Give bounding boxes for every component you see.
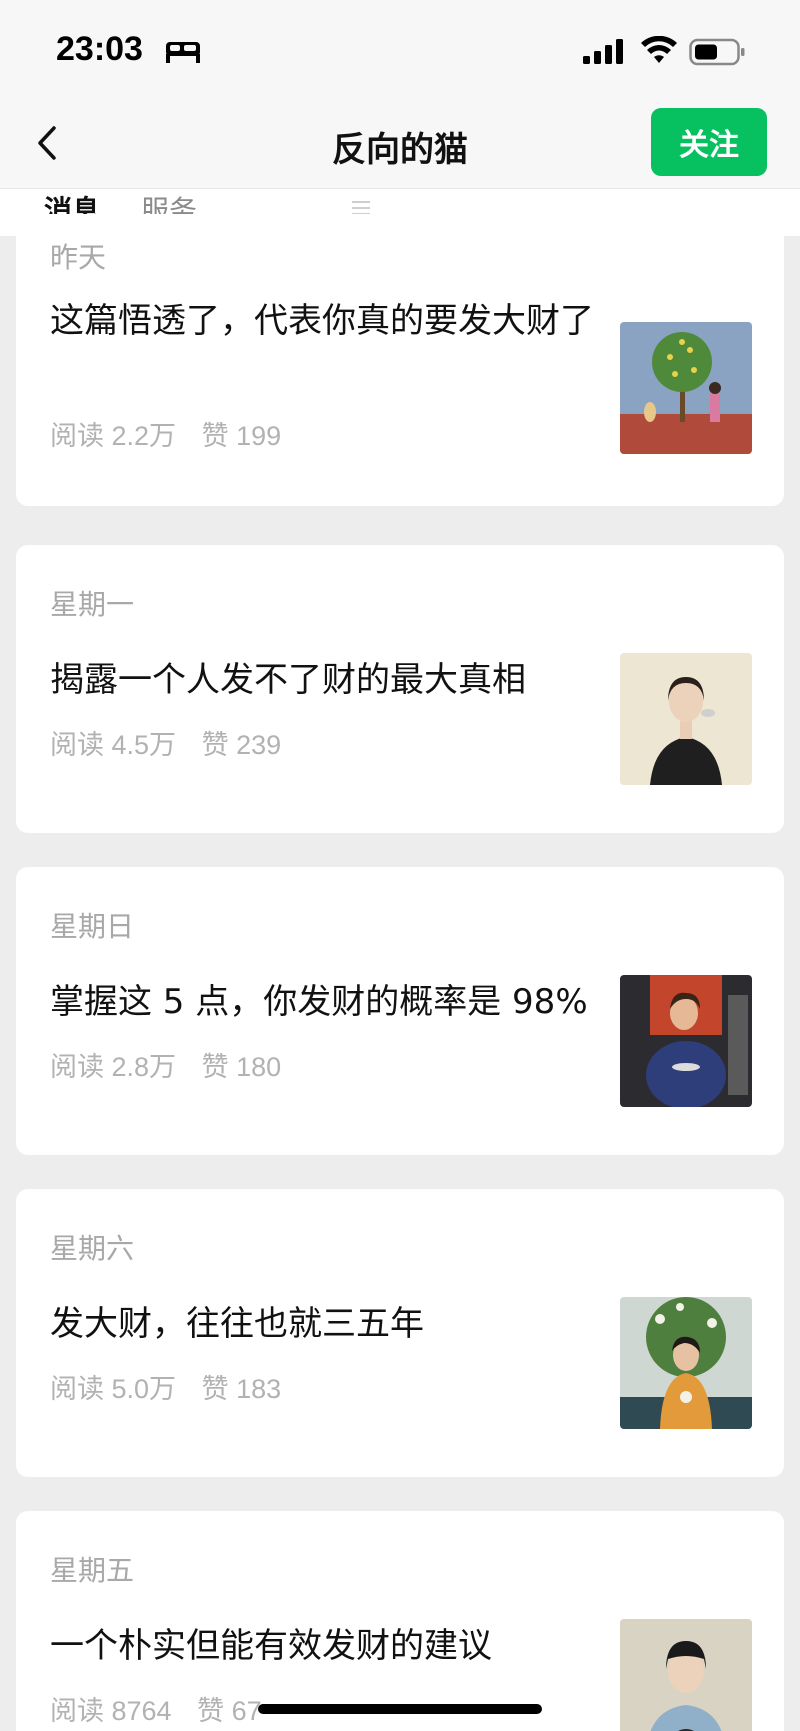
article-reads: 阅读 2.2万 [50,421,177,451]
article-stats: 阅读 2.8万 赞 180 [50,1045,299,1084]
status-time: 23:03 [56,30,143,68]
article-thumbnail [620,1297,752,1429]
article-date: 星期一 [50,588,135,621]
article-likes: 赞 199 [201,421,282,451]
article-card[interactable]: 昨天 这篇悟透了，代表你真的要发大财了 阅读 2.2万 赞 199 [16,214,784,506]
article-likes: 赞 180 [201,1052,282,1082]
article-stats: 阅读 2.2万 赞 199 [50,414,299,453]
article-card[interactable]: 星期日 掌握这 5 点，你发财的概率是 98% 阅读 2.8万 赞 180 [16,867,784,1155]
sleep-icon [166,42,200,63]
signal-icon [583,39,623,64]
home-indicator [258,1704,542,1714]
article-card[interactable]: 星期六 发大财，往往也就三五年 阅读 5.0万 赞 183 [16,1189,784,1477]
article-stats: 阅读 8764 赞 67 [50,1689,280,1728]
article-card[interactable]: 星期五 一个朴实但能有效发财的建议 阅读 8764 赞 67 [16,1511,784,1731]
article-title: 发大财，往往也就三五年 [50,1304,424,1344]
article-stats: 阅读 4.5万 赞 239 [50,723,299,762]
battery-icon [689,38,745,66]
article-thumbnail [620,975,752,1107]
article-date: 昨天 [50,241,107,274]
article-title: 这篇悟透了，代表你真的要发大财了 [50,301,594,341]
wifi-icon [641,36,677,63]
status-bar: 23:03 [0,0,800,100]
article-reads: 阅读 5.0万 [50,1374,177,1404]
article-likes: 赞 67 [197,1696,262,1726]
article-card[interactable]: 星期一 揭露一个人发不了财的最大真相 阅读 4.5万 赞 239 [16,545,784,833]
article-title: 掌握这 5 点，你发财的概率是 98% [50,982,588,1022]
article-date: 星期六 [50,1232,135,1265]
nav-bar: 反向的猫 关注 [0,100,800,188]
article-title: 揭露一个人发不了财的最大真相 [50,660,526,700]
article-reads: 阅读 8764 [50,1696,172,1726]
article-date: 星期五 [50,1554,135,1587]
article-likes: 赞 239 [201,730,282,760]
article-date: 星期日 [50,910,135,943]
article-likes: 赞 183 [201,1374,282,1404]
article-thumbnail [620,1619,752,1731]
article-title: 一个朴实但能有效发财的建议 [50,1626,492,1666]
article-stats: 阅读 5.0万 赞 183 [50,1367,299,1406]
follow-button[interactable]: 关注 [651,108,767,176]
article-reads: 阅读 4.5万 [50,730,177,760]
article-thumbnail [620,322,752,454]
article-reads: 阅读 2.8万 [50,1052,177,1082]
article-thumbnail [620,653,752,785]
